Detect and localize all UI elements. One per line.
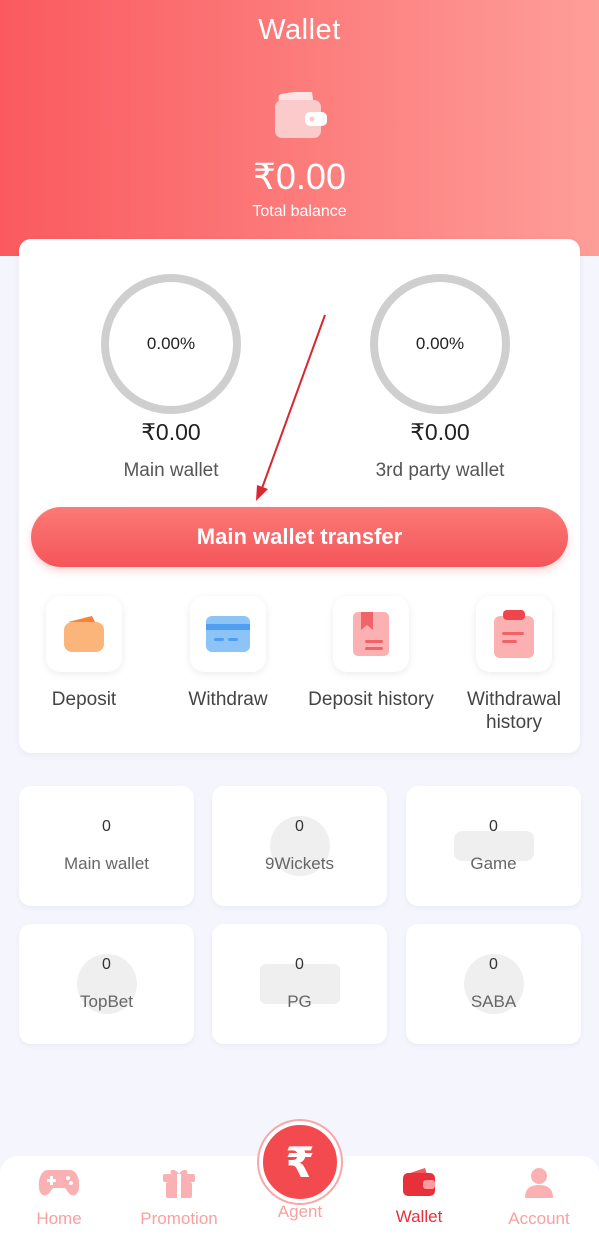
main-wallet-ring: 0.00% bbox=[101, 274, 241, 414]
tab-home[interactable]: Home bbox=[4, 1168, 114, 1229]
game-wallet-name: Main wallet bbox=[63, 854, 150, 873]
game-wallet-topbet[interactable]: 0 TopBet bbox=[19, 924, 194, 1044]
rupee-icon: ₹ bbox=[285, 1138, 315, 1186]
main-wallet-transfer-button[interactable]: Main wallet transfer bbox=[31, 507, 568, 567]
game-wallet-value: 0 bbox=[295, 818, 304, 835]
game-wallet-value: 0 bbox=[102, 956, 111, 973]
game-wallet-saba[interactable]: 0 SABA bbox=[406, 924, 581, 1044]
game-wallet-pg[interactable]: 0 PG bbox=[212, 924, 387, 1044]
deposit-icon bbox=[64, 616, 104, 652]
third-party-wallet-percent: 0.00% bbox=[415, 334, 465, 353]
game-wallet-value: 0 bbox=[489, 818, 498, 835]
tab-promotion-label: Promotion bbox=[140, 1209, 218, 1228]
third-party-wallet-label: 3rd party wallet bbox=[375, 460, 505, 481]
page-title: Wallet bbox=[258, 14, 341, 46]
main-wallet-label: Main wallet bbox=[123, 460, 219, 481]
withdraw-label: Withdraw bbox=[188, 689, 268, 710]
tab-promotion[interactable]: Promotion bbox=[124, 1168, 234, 1229]
game-wallet-name: PG bbox=[287, 992, 312, 1011]
total-balance-label: Total balance bbox=[252, 203, 347, 220]
deposit-tile bbox=[46, 596, 122, 672]
total-balance-amount: ₹0.00 bbox=[253, 156, 346, 197]
withdrawal-history-action[interactable]: Withdrawal history bbox=[449, 596, 579, 734]
tab-home-label: Home bbox=[36, 1209, 82, 1228]
deposit-history-tile bbox=[333, 596, 409, 672]
gamepad-icon bbox=[38, 1170, 80, 1196]
game-wallet-main[interactable]: 0 Main wallet bbox=[19, 786, 194, 906]
third-party-wallet-amount: ₹0.00 bbox=[410, 419, 470, 445]
main-wallet-amount: ₹0.00 bbox=[141, 419, 201, 445]
withdraw-action[interactable]: Withdraw bbox=[163, 596, 293, 711]
user-icon bbox=[525, 1168, 553, 1198]
wallet-header: Wallet ₹0.00 Total balance bbox=[0, 0, 599, 256]
withdrawal-history-tile bbox=[476, 596, 552, 672]
withdraw-tile bbox=[190, 596, 266, 672]
withdraw-icon bbox=[206, 616, 250, 652]
game-wallet-name: 9Wickets bbox=[265, 854, 334, 873]
main-wallet-percent: 0.00% bbox=[146, 334, 196, 353]
game-wallet-name: SABA bbox=[470, 992, 517, 1011]
agent-button[interactable]: ₹ bbox=[259, 1121, 341, 1203]
game-wallet-game[interactable]: 0 Game bbox=[406, 786, 581, 906]
tab-wallet-label: Wallet bbox=[395, 1207, 443, 1226]
game-wallet-name: TopBet bbox=[80, 992, 133, 1011]
game-wallet-value: 0 bbox=[489, 956, 498, 973]
annotation-arrow bbox=[256, 314, 326, 501]
deposit-history-icon bbox=[353, 612, 389, 656]
wallet-icon bbox=[403, 1168, 435, 1196]
game-wallet-name: Game bbox=[470, 854, 517, 873]
gift-icon bbox=[163, 1169, 195, 1198]
withdrawal-history-icon bbox=[494, 610, 534, 658]
tab-account[interactable]: Account bbox=[484, 1168, 594, 1229]
deposit-history-action[interactable]: Deposit history bbox=[306, 596, 436, 711]
deposit-history-label: Deposit history bbox=[308, 689, 434, 710]
wallet-icon bbox=[275, 92, 327, 138]
third-party-wallet-ring: 0.00% bbox=[370, 274, 510, 414]
game-wallet-9wickets[interactable]: 0 9Wickets bbox=[212, 786, 387, 906]
tab-account-label: Account bbox=[508, 1209, 570, 1228]
tab-wallet[interactable]: Wallet bbox=[364, 1168, 474, 1227]
deposit-action[interactable]: Deposit bbox=[19, 596, 149, 711]
game-wallet-value: 0 bbox=[102, 818, 111, 835]
deposit-label: Deposit bbox=[51, 689, 117, 710]
tab-agent-label: Agent bbox=[277, 1202, 323, 1221]
wallet-summary-card: 0.00% 0.00% ₹0.00 ₹0.00 Main wallet 3rd … bbox=[19, 239, 580, 753]
withdrawal-history-label: Withdrawal history bbox=[467, 689, 561, 733]
game-wallet-value: 0 bbox=[295, 956, 304, 973]
